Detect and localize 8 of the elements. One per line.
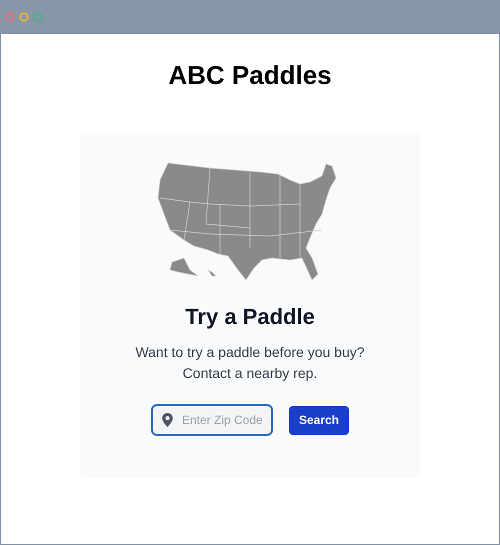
search-button[interactable]: Search	[289, 406, 349, 434]
map-pin-icon	[162, 413, 173, 427]
description-text: Want to try a paddle before you buy?	[135, 343, 365, 362]
description-text: Contact a nearby rep.	[182, 364, 318, 383]
zip-code-field[interactable]: Enter Zip Code	[151, 404, 273, 436]
card-heading: Try a Paddle	[185, 303, 315, 331]
window-controls-icon	[5, 12, 45, 22]
page-title: ABC Paddles	[168, 59, 332, 91]
